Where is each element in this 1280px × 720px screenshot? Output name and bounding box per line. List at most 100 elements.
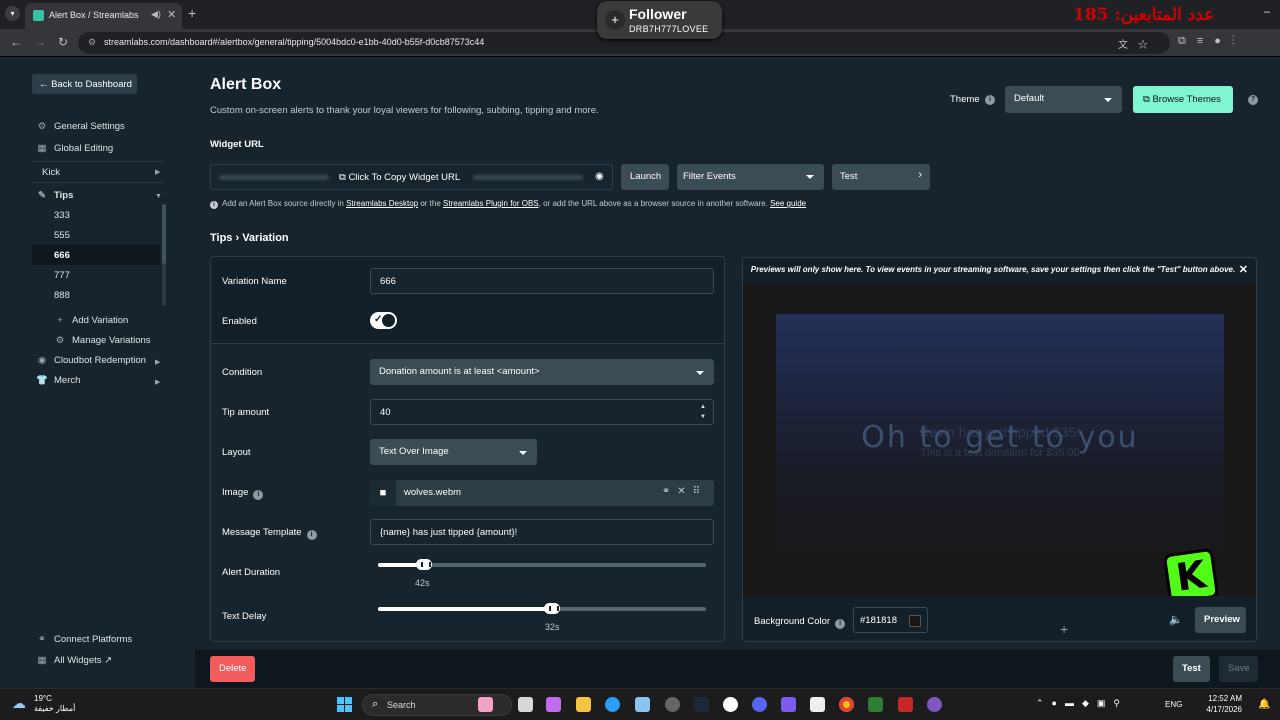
- microphone-icon[interactable]: ⚲: [1113, 698, 1128, 708]
- app-icon[interactable]: [665, 697, 680, 712]
- omnibox-actions[interactable]: 文☆: [1118, 36, 1158, 51]
- theme-select[interactable]: Default: [1005, 86, 1122, 113]
- info-icon[interactable]: i: [985, 95, 995, 105]
- language-indicator[interactable]: ENG: [1165, 700, 1182, 709]
- variation-item[interactable]: 777: [54, 270, 70, 281]
- extensions-icon[interactable]: ⧉: [1178, 35, 1197, 47]
- color-swatch[interactable]: [909, 615, 921, 627]
- info-icon[interactable]: i: [306, 530, 317, 540]
- tab-search-button[interactable]: ▾: [5, 6, 20, 21]
- copilot-icon[interactable]: [546, 697, 561, 712]
- minimize-window-button[interactable]: –: [1264, 6, 1270, 18]
- message-template-input[interactable]: {name} has just tipped {amount}!: [370, 519, 714, 545]
- sidebar-item-general-settings[interactable]: ⚙ General Settings: [36, 121, 125, 132]
- profile-avatar-icon[interactable]: ●: [1214, 35, 1232, 47]
- discord-icon[interactable]: [752, 697, 767, 712]
- file-explorer-icon[interactable]: [576, 697, 591, 712]
- launch-button[interactable]: Launch: [621, 164, 669, 190]
- filter-events-select[interactable]: Filter Events: [677, 164, 824, 190]
- notification-bell-icon[interactable]: 🔔: [1258, 699, 1270, 710]
- notepad-plus-icon[interactable]: [868, 697, 883, 712]
- obs-icon[interactable]: [810, 697, 825, 712]
- sidebar-item-tips[interactable]: ✎ Tips: [36, 190, 73, 201]
- reload-icon[interactable]: ↻: [58, 35, 68, 49]
- clock-app-icon[interactable]: [723, 697, 738, 712]
- link-icon[interactable]: ⚭: [662, 486, 677, 497]
- system-tray[interactable]: ⌃●▬◆▣⚲: [1036, 698, 1128, 709]
- back-arrow-icon[interactable]: ←: [10, 35, 22, 49]
- url-text[interactable]: streamlabs.com/dashboard#/alertbox/gener…: [104, 37, 484, 47]
- slider-thumb[interactable]: [544, 603, 560, 614]
- new-tab-button[interactable]: +: [188, 5, 196, 21]
- save-button[interactable]: Save: [1219, 656, 1258, 682]
- variation-name-input[interactable]: 666: [370, 268, 714, 294]
- tray-app-icon[interactable]: ◆: [1082, 698, 1097, 708]
- tray-app-icon[interactable]: ●: [1052, 698, 1065, 708]
- variation-item-selected[interactable]: 666: [54, 250, 70, 261]
- cloud-rain-icon[interactable]: ☁: [12, 695, 26, 712]
- browser-tab[interactable]: Alert Box / Streamlabs ◀) ✕: [25, 3, 182, 29]
- variation-item[interactable]: 333: [54, 210, 70, 221]
- tip-amount-input[interactable]: 40 ▲ ▼: [370, 399, 714, 425]
- widget-url-field[interactable]: ⧉ Click To Copy Widget URL ◉: [210, 164, 613, 190]
- text-delay-slider[interactable]: [378, 603, 706, 614]
- volume-icon[interactable]: 🔈: [1169, 613, 1183, 626]
- see-guide-link[interactable]: See guide: [770, 199, 806, 208]
- media-player-icon[interactable]: [781, 697, 796, 712]
- sidebar-item-global-editing[interactable]: ▦ Global Editing: [36, 143, 114, 154]
- app-icon-red[interactable]: [898, 697, 913, 712]
- browser-menu-icon[interactable]: ⋮: [1232, 35, 1246, 47]
- eye-icon[interactable]: ◉: [595, 171, 604, 182]
- test-button[interactable]: Test: [1173, 656, 1210, 682]
- alert-duration-slider[interactable]: [378, 559, 706, 570]
- bookmark-star-icon[interactable]: ☆: [1138, 40, 1158, 51]
- variation-item[interactable]: 555: [54, 230, 70, 241]
- obs-plugin-link[interactable]: Streamlabs Plugin for OBS: [443, 199, 539, 208]
- condition-select[interactable]: Donation amount is at least <amount>: [370, 359, 714, 385]
- layout-select[interactable]: Text Over Image: [370, 439, 537, 465]
- flowers-icon[interactable]: [478, 697, 493, 712]
- delete-button[interactable]: Delete: [210, 656, 255, 682]
- speaker-icon[interactable]: ◀): [151, 9, 161, 20]
- variation-item[interactable]: 888: [54, 290, 70, 301]
- streamlabs-desktop-link[interactable]: Streamlabs Desktop: [346, 199, 418, 208]
- preview-button[interactable]: Preview: [1195, 607, 1246, 633]
- all-widgets-link[interactable]: ▦ All Widgets ↗: [36, 655, 113, 666]
- close-tab-icon[interactable]: ✕: [167, 8, 176, 21]
- sidebar-item-kick[interactable]: Kick ▶: [32, 161, 165, 183]
- add-variation-button[interactable]: + Add Variation: [54, 315, 128, 326]
- browse-themes-button[interactable]: ⧉ Browse Themes: [1133, 86, 1233, 113]
- browser-extension-icons[interactable]: ⧉≡●⋮: [1178, 35, 1246, 48]
- sidebar-item-merch[interactable]: 👕 Merch: [36, 375, 80, 386]
- forward-arrow-icon[interactable]: →: [34, 35, 46, 49]
- slider-thumb[interactable]: [416, 559, 432, 570]
- copy-widget-url-button[interactable]: ⧉ Click To Copy Widget URL: [339, 172, 460, 183]
- steam-icon[interactable]: [694, 697, 709, 712]
- sidebar-item-cloudbot[interactable]: ◉ Cloudbot Redemption: [36, 355, 146, 366]
- chevron-up-icon[interactable]: ⌃: [1036, 698, 1052, 708]
- close-icon[interactable]: ✕: [1239, 263, 1248, 276]
- system-clock[interactable]: 12:52 AM 4/17/2026: [1200, 693, 1242, 715]
- decrement-icon[interactable]: ▼: [700, 414, 706, 420]
- discord-ptb-icon[interactable]: [927, 697, 942, 712]
- clear-icon[interactable]: ✕: [677, 486, 692, 497]
- chrome-icon[interactable]: [839, 697, 854, 712]
- test-events-button[interactable]: Test ›: [832, 164, 930, 190]
- windows-start-icon[interactable]: [337, 697, 352, 712]
- media-icon[interactable]: ≡: [1197, 35, 1214, 47]
- info-icon[interactable]: i: [835, 619, 846, 629]
- manage-variations-button[interactable]: ⚙ Manage Variations: [54, 335, 151, 346]
- store-icon[interactable]: [635, 697, 650, 712]
- site-info-icon[interactable]: ⚙: [88, 37, 96, 48]
- weather-widget[interactable]: 19°C أمطار خفيفة: [34, 694, 75, 714]
- enabled-toggle[interactable]: ✓: [370, 312, 397, 329]
- back-to-dashboard-button[interactable]: ← Back to Dashboard: [32, 74, 137, 94]
- task-view-icon[interactable]: [518, 697, 533, 712]
- background-color-input[interactable]: #181818: [853, 607, 928, 633]
- tray-app-icon[interactable]: ▣: [1097, 698, 1114, 708]
- info-icon[interactable]: i: [253, 490, 264, 500]
- help-icon[interactable]: ?: [1248, 95, 1258, 105]
- variations-scrollbar-thumb[interactable]: [162, 204, 166, 264]
- edge-icon[interactable]: [605, 697, 620, 712]
- translate-icon[interactable]: 文: [1118, 40, 1138, 51]
